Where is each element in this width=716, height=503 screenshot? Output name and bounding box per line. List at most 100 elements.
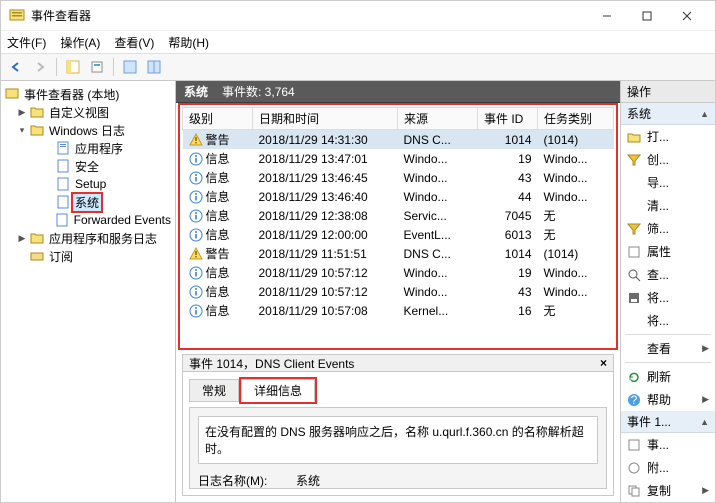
expand-icon[interactable]: ▶ xyxy=(17,107,27,118)
table-row[interactable]: 信息2018/11/29 10:57:12Windo...19Windo... xyxy=(183,263,614,282)
col-datetime[interactable]: 日期和时间 xyxy=(253,108,398,130)
action-ev-props[interactable]: 事... xyxy=(621,433,715,456)
action-ev-attach[interactable]: 附... xyxy=(621,456,715,479)
help-icon: ? xyxy=(627,393,641,407)
table-row[interactable]: 信息2018/11/29 13:47:01Windo...19Windo... xyxy=(183,149,614,168)
tree-windows-logs[interactable]: Windows 日志 xyxy=(47,122,127,139)
info-icon xyxy=(189,228,203,242)
action-view[interactable]: 查看▶ xyxy=(621,337,715,360)
table-row[interactable]: 信息2018/11/29 13:46:45Windo...43Windo... xyxy=(183,168,614,187)
action-import[interactable]: 导... xyxy=(621,171,715,194)
tree-security[interactable]: 安全 xyxy=(73,158,101,175)
col-eventid[interactable]: 事件 ID xyxy=(478,108,538,130)
close-button[interactable] xyxy=(667,3,707,29)
folder-icon xyxy=(30,105,44,119)
logname-val: 系统 xyxy=(296,472,320,489)
funnel-icon xyxy=(627,222,641,236)
actions-header: 操作 xyxy=(621,81,715,103)
detail-message: 在没有配置的 DNS 服务器响应之后，名称 u.qurl.f.360.cn 的名… xyxy=(198,416,598,464)
tree-apps-services[interactable]: 应用程序和服务日志 xyxy=(47,230,159,247)
table-row[interactable]: 信息2018/11/29 13:46:40Windo...44Windo... xyxy=(183,187,614,206)
menu-action[interactable]: 操作(A) xyxy=(60,34,100,51)
table-row[interactable]: 信息2018/11/29 12:00:00EventL...6013无 xyxy=(183,225,614,244)
info-icon xyxy=(189,285,203,299)
tree-application[interactable]: 应用程序 xyxy=(73,140,125,157)
tree-root[interactable]: 事件查看器 (本地) xyxy=(22,86,121,103)
action-open[interactable]: 打... xyxy=(621,125,715,148)
logname-key: 日志名称(M): xyxy=(198,472,278,489)
col-level[interactable]: 级别 xyxy=(183,108,253,130)
detail-close-icon[interactable]: × xyxy=(600,356,607,370)
tree-subscriptions[interactable]: 订阅 xyxy=(47,248,75,265)
log-icon xyxy=(55,213,69,227)
menu-help[interactable]: 帮助(H) xyxy=(168,34,209,51)
collapse-up-icon[interactable]: ▲ xyxy=(700,109,709,119)
table-row[interactable]: 信息2018/11/29 10:57:12Windo...43Windo... xyxy=(183,282,614,301)
folder-icon xyxy=(30,123,44,137)
table-row[interactable]: 信息2018/11/29 10:57:08Kernel...16无 xyxy=(183,301,614,320)
properties-icon[interactable] xyxy=(86,56,108,78)
action-attach[interactable]: 将... xyxy=(621,309,715,332)
tab-general[interactable]: 常规 xyxy=(189,379,239,402)
eventviewer-root-icon xyxy=(5,87,19,101)
back-button[interactable] xyxy=(5,56,27,78)
action-filter[interactable]: 筛... xyxy=(621,217,715,240)
folder-icon xyxy=(30,231,44,245)
col-source[interactable]: 来源 xyxy=(398,108,478,130)
info-icon xyxy=(189,152,203,166)
actions-group-event: 事件 1... xyxy=(627,413,671,430)
collapse-icon[interactable]: ▾ xyxy=(17,125,27,136)
panel2-icon[interactable] xyxy=(143,56,165,78)
forward-button[interactable] xyxy=(29,56,51,78)
log-icon xyxy=(56,195,70,209)
navigation-tree[interactable]: 事件查看器 (本地) ▶ 自定义视图 ▾ Windows 日志 ·应用程序 ·安… xyxy=(1,81,176,502)
save-icon xyxy=(627,291,641,305)
action-save[interactable]: 将... xyxy=(621,286,715,309)
action-create[interactable]: 创... xyxy=(621,148,715,171)
properties-icon xyxy=(627,438,641,452)
minimize-button[interactable] xyxy=(587,3,627,29)
action-find[interactable]: 查... xyxy=(621,263,715,286)
maximize-button[interactable] xyxy=(627,3,667,29)
attach-icon xyxy=(627,461,641,475)
info-icon xyxy=(189,266,203,280)
svg-text:?: ? xyxy=(631,393,638,407)
search-icon xyxy=(627,268,641,282)
table-row[interactable]: 警告2018/11/29 14:31:30DNS C...1014(1014) xyxy=(183,130,614,150)
tree-setup[interactable]: Setup xyxy=(73,177,108,191)
tree-system[interactable]: 系统 xyxy=(73,194,101,211)
refresh-icon xyxy=(627,370,641,384)
info-icon xyxy=(189,209,203,223)
action-clear[interactable]: 清... xyxy=(621,194,715,217)
table-row[interactable]: 信息2018/11/29 12:38:08Servic...7045无 xyxy=(183,206,614,225)
action-refresh[interactable]: 刷新 xyxy=(621,365,715,388)
log-icon xyxy=(56,141,70,155)
event-count: 事件数: 3,764 xyxy=(222,83,295,100)
tab-details[interactable]: 详细信息 xyxy=(241,379,315,402)
action-props[interactable]: 属性 xyxy=(621,240,715,263)
tree-forwarded[interactable]: Forwarded Events xyxy=(72,213,173,227)
action-ev-copy[interactable]: 复制▶ xyxy=(621,479,715,502)
event-grid[interactable]: 级别 日期和时间 来源 事件 ID 任务类别 警告2018/11/29 14:3… xyxy=(182,107,614,346)
properties-icon xyxy=(627,245,641,259)
expand-icon[interactable]: ▶ xyxy=(17,233,27,244)
panel1-icon[interactable] xyxy=(119,56,141,78)
info-icon xyxy=(189,190,203,204)
collapse-up-icon[interactable]: ▲ xyxy=(700,417,709,427)
tree-custom-views[interactable]: 自定义视图 xyxy=(47,104,111,121)
col-taskcat[interactable]: 任务类别 xyxy=(538,108,614,130)
actions-group-system: 系统 xyxy=(627,105,651,122)
menu-view[interactable]: 查看(V) xyxy=(114,34,154,51)
menu-file[interactable]: 文件(F) xyxy=(7,34,46,51)
action-help[interactable]: ?帮助▶ xyxy=(621,388,715,411)
funnel-icon xyxy=(627,153,641,167)
show-tree-icon[interactable] xyxy=(62,56,84,78)
eventviewer-app-icon xyxy=(9,8,25,24)
table-row[interactable]: 警告2018/11/29 11:51:51DNS C...1014(1014) xyxy=(183,244,614,263)
actions-list[interactable]: 系统 ▲ 打... 创... 导... 清... 筛... 属性 查... 将..… xyxy=(621,103,715,502)
log-icon xyxy=(56,159,70,173)
warning-icon xyxy=(189,133,203,147)
subscriptions-icon xyxy=(30,249,44,263)
copy-icon xyxy=(627,484,641,498)
warning-icon xyxy=(189,247,203,261)
